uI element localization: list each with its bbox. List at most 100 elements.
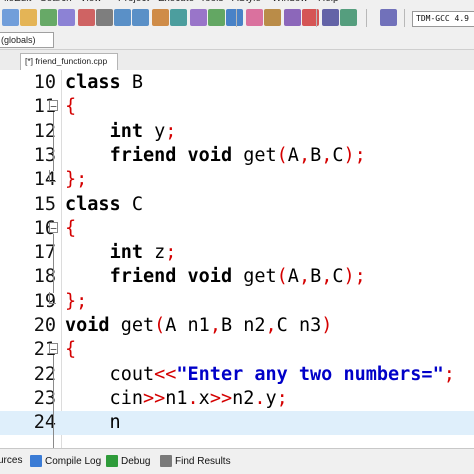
code-line[interactable]: 23 cin>>n1.x>>n2.y; <box>0 387 474 411</box>
bottom-tab-label: Find Results <box>175 455 231 467</box>
save-icon[interactable] <box>40 9 57 26</box>
bottom-panel-tabs: urces Compile Log Debug Find Results <box>0 448 474 474</box>
toolbar-separator <box>366 9 367 27</box>
replace-icon[interactable] <box>170 9 187 26</box>
menu-file[interactable]: File <box>0 0 14 4</box>
close-icon[interactable] <box>78 9 95 26</box>
code-token: get <box>232 144 277 166</box>
code-token: C n3 <box>276 315 322 336</box>
fold-guide <box>53 355 54 448</box>
code-token: A <box>287 144 299 166</box>
code-line[interactable]: 15 class C <box>0 193 474 217</box>
bottom-tab-find-results[interactable]: Find Results <box>160 455 231 467</box>
code-token: >> <box>142 387 166 409</box>
menu-project[interactable]: Project <box>118 0 149 4</box>
fold-toggle-icon[interactable]: − <box>49 343 58 355</box>
bottom-tab-compile-log[interactable]: Compile Log <box>30 455 101 467</box>
bottom-tab-urces[interactable]: urces <box>0 455 22 466</box>
code-line[interactable]: 22 cout<<"Enter any two numbers="; <box>0 363 474 387</box>
run-icon[interactable] <box>226 9 243 26</box>
scope-select[interactable]: (globals) <box>0 32 54 48</box>
code-line[interactable]: 12 int y; <box>0 120 474 144</box>
code-token: n1 <box>165 387 188 409</box>
code-token: << <box>154 363 177 385</box>
tab-friend-function[interactable]: [*] friend_function.cpp <box>20 53 118 70</box>
code-line[interactable]: 14}; <box>0 168 474 192</box>
compiler-select[interactable]: TDM-GCC 4.9 <box>412 11 474 27</box>
rebuild-icon[interactable] <box>264 9 281 26</box>
code-token: { <box>65 339 77 361</box>
code-line[interactable]: 20 void get(A n1,B n2,C n3) <box>0 314 474 338</box>
code-line[interactable]: 17 int z; <box>0 241 474 265</box>
menu-tools[interactable]: Tools <box>200 0 223 4</box>
code-token: x <box>198 387 210 409</box>
code-text: n <box>65 411 121 435</box>
menu-help[interactable]: Help <box>318 0 339 4</box>
code-token: B <box>120 72 143 93</box>
code-token: cin <box>65 387 143 409</box>
scope-bar: (globals) <box>0 30 474 50</box>
menu-edit[interactable]: Edit <box>14 0 31 4</box>
open-icon[interactable] <box>20 9 37 26</box>
fold-toggle-icon[interactable]: − <box>49 221 58 234</box>
code-text: int z; <box>65 241 177 265</box>
code-text: { <box>65 95 76 119</box>
line-number: 15 <box>33 193 56 215</box>
code-token: . <box>254 387 266 409</box>
line-number: 10 <box>33 72 56 93</box>
code-token: void <box>187 144 233 166</box>
new-file-icon[interactable] <box>2 9 19 26</box>
compile-run-icon[interactable] <box>246 9 263 26</box>
bottom-tab-label: urces <box>0 455 23 466</box>
code-token: n2 <box>232 387 255 409</box>
code-token: class <box>65 72 121 93</box>
code-line[interactable]: 16−{ <box>0 217 474 241</box>
code-text: void get(A n1,B n2,C n3) <box>65 314 332 338</box>
chart-icon[interactable] <box>340 9 357 26</box>
code-token: void <box>187 266 233 288</box>
menu-astyle[interactable]: AStyle <box>232 0 261 4</box>
code-token: B <box>310 266 322 288</box>
code-token: ; <box>276 387 288 409</box>
check-icon[interactable] <box>284 9 301 26</box>
code-line[interactable]: 19}; <box>0 290 474 314</box>
bar-icon[interactable] <box>380 9 397 26</box>
fold-guide <box>53 112 54 172</box>
menu-search[interactable]: Search <box>40 0 72 4</box>
code-line[interactable]: 11−{ <box>0 95 474 119</box>
bottom-tab-debug[interactable]: Debug <box>106 455 150 467</box>
save-all-icon[interactable] <box>58 9 75 26</box>
code-token: B n2 <box>220 315 266 336</box>
undo-icon[interactable] <box>114 9 131 26</box>
code-token: , <box>321 266 333 288</box>
code-line-current[interactable]: 24 n <box>0 411 474 436</box>
menu-execute[interactable]: Execute <box>158 0 194 4</box>
grid-icon[interactable] <box>322 9 339 26</box>
code-token: ; <box>443 363 455 385</box>
code-text: cin>>n1.x>>n2.y; <box>65 387 288 411</box>
code-token: ( <box>276 144 288 166</box>
menu-view[interactable]: View <box>80 0 102 4</box>
code-editor[interactable]: 10 class B 11−{12 int y; 13 friend void get… <box>0 70 474 448</box>
code-line[interactable]: 18 friend void get(A,B,C); <box>0 265 474 289</box>
code-token: void <box>65 315 110 336</box>
code-token: { <box>65 217 77 239</box>
code-token: , <box>265 315 277 336</box>
code-token: n <box>65 412 121 434</box>
fold-end-marker <box>49 291 56 304</box>
find-results-icon <box>160 455 172 467</box>
print-icon[interactable] <box>96 9 113 26</box>
fold-toggle-icon[interactable]: − <box>49 100 58 112</box>
code-line[interactable]: 21−{ <box>0 338 474 362</box>
code-line[interactable]: 10 class B <box>0 71 474 95</box>
compile-icon[interactable] <box>208 9 225 26</box>
find-icon[interactable] <box>152 9 169 26</box>
menu-window[interactable]: Window <box>272 0 308 4</box>
redo-icon[interactable] <box>132 9 149 26</box>
code-line[interactable]: 13 friend void get(A,B,C); <box>0 144 474 168</box>
goto-icon[interactable] <box>190 9 207 26</box>
code-token: friend <box>109 144 177 166</box>
